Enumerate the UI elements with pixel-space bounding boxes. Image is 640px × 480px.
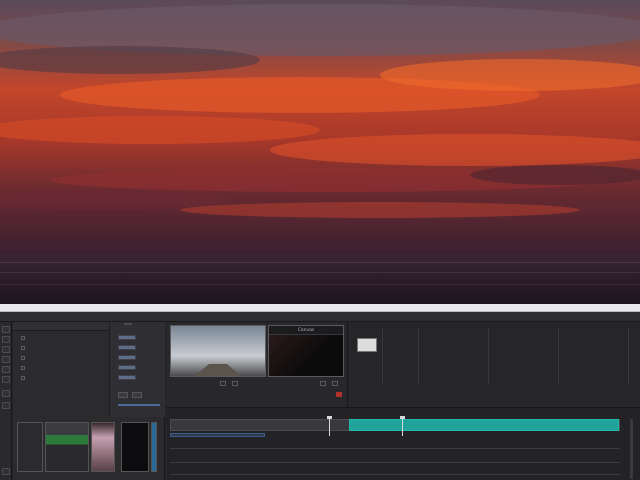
source-monitor[interactable] — [170, 325, 266, 377]
swatch-row[interactable] — [118, 334, 164, 341]
project-bin[interactable] — [489, 328, 559, 384]
clip-thumbnail[interactable] — [45, 422, 89, 472]
swatch-bar[interactable] — [118, 335, 136, 340]
opacity-slider[interactable] — [118, 404, 160, 406]
layer-checkbox[interactable] — [21, 346, 25, 350]
timeline — [166, 407, 640, 480]
swatch-add-button[interactable] — [118, 392, 128, 398]
hand-tool-icon[interactable] — [2, 346, 10, 353]
layer-checkbox[interactable] — [21, 336, 25, 340]
swatch-row[interactable] — [118, 374, 164, 381]
project-bin[interactable] — [349, 328, 383, 384]
control-row — [17, 408, 107, 416]
track-divider — [170, 474, 620, 475]
track-divider — [170, 448, 620, 449]
project-header — [349, 322, 640, 327]
settings-tool-icon[interactable] — [2, 468, 10, 475]
text-tool-icon[interactable] — [2, 376, 10, 383]
clip-thumbnail[interactable] — [151, 422, 157, 472]
layer-row[interactable] — [17, 334, 107, 342]
record-indicator-icon[interactable] — [336, 392, 342, 397]
zoom-tool-icon[interactable] — [2, 356, 10, 363]
tool-strip — [0, 322, 12, 480]
project-bin[interactable] — [559, 328, 629, 384]
play-button-icon[interactable] — [220, 381, 226, 386]
swatch-remove-button[interactable] — [132, 392, 142, 398]
fullscreen-icon[interactable] — [332, 381, 338, 386]
timeline-scrollbar[interactable] — [630, 419, 633, 479]
program-monitor-label: Canvas — [269, 326, 343, 335]
audio-clip[interactable] — [170, 433, 265, 437]
media-thumbnail[interactable] — [357, 338, 377, 352]
track-divider — [170, 462, 620, 463]
viewer-info — [170, 390, 346, 400]
layer-checkbox[interactable] — [21, 366, 25, 370]
swatch-row[interactable] — [118, 354, 164, 361]
layer-row[interactable] — [17, 344, 107, 352]
layer-checkbox[interactable] — [21, 376, 25, 380]
swatch-row[interactable] — [118, 344, 164, 351]
control-row — [17, 386, 107, 394]
video-clip[interactable] — [349, 419, 619, 431]
control-row — [17, 396, 107, 404]
layer-row[interactable] — [17, 364, 107, 372]
in-point-marker[interactable] — [400, 416, 405, 436]
crop-tool-icon[interactable] — [2, 390, 10, 397]
swatch-bar[interactable] — [118, 375, 136, 380]
swatch-bar[interactable] — [118, 365, 136, 370]
swatch-bar[interactable] — [118, 355, 136, 360]
razor-tool-icon[interactable] — [2, 336, 10, 343]
swatch-panel-title — [124, 323, 132, 325]
select-tool-icon[interactable] — [2, 326, 10, 333]
sunset-photo — [0, 0, 640, 304]
title-bar — [0, 304, 640, 312]
program-monitor-frame — [269, 335, 343, 376]
clip-thumbnails — [17, 422, 165, 472]
step-forward-icon[interactable] — [232, 381, 238, 386]
effects-panel — [13, 322, 165, 480]
layer-checkbox[interactable] — [21, 356, 25, 360]
clip-thumbnail[interactable] — [17, 422, 43, 472]
project-bin[interactable] — [419, 328, 489, 384]
program-monitor[interactable]: Canvas — [268, 325, 344, 377]
swatch-panel — [109, 322, 165, 417]
pen-tool-icon[interactable] — [2, 366, 10, 373]
viewer-panel: Canvas — [166, 322, 348, 407]
menu-bar — [0, 312, 640, 322]
project-bin[interactable] — [383, 328, 419, 384]
layer-row[interactable] — [17, 354, 107, 362]
video-editor-window: Canvas — [0, 304, 640, 480]
clip-thumbnail[interactable] — [91, 422, 115, 472]
swatch-row[interactable] — [118, 364, 164, 371]
swatch-bar[interactable] — [118, 345, 136, 350]
clip-thumbnail[interactable] — [121, 422, 149, 472]
track-tool-icon[interactable] — [2, 402, 10, 409]
playhead-marker[interactable] — [327, 416, 332, 436]
transport-controls — [170, 379, 346, 389]
loop-icon[interactable] — [320, 381, 326, 386]
project-panel — [349, 322, 640, 407]
layer-row[interactable] — [17, 374, 107, 382]
